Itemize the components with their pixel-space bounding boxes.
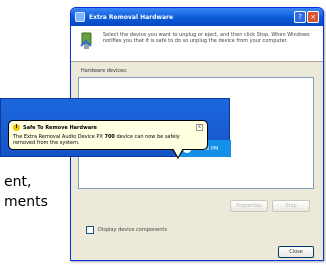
list-item[interactable] <box>79 78 313 82</box>
side-text-line-2: ments <box>4 194 48 210</box>
balloon-close-icon[interactable]: x <box>196 124 203 131</box>
hardware-list-label: Hardware devices: <box>81 68 128 74</box>
window-icon <box>75 12 85 22</box>
info-icon: i <box>13 124 20 131</box>
notification-balloon[interactable]: i Safe To Remove Hardware x The Extra Re… <box>8 120 208 150</box>
dialog-header: Select the device you want to unplug or … <box>71 26 323 62</box>
display-components-label: Display device components <box>98 227 167 233</box>
side-text-line-1: ent, <box>4 174 32 190</box>
dialog-title: Extra Removal Hardware <box>89 13 174 21</box>
display-components-checkbox[interactable] <box>86 226 94 234</box>
close-window-button[interactable]: × <box>307 11 319 23</box>
help-button[interactable]: ? <box>294 11 306 23</box>
properties-button[interactable]: Properties <box>230 200 268 212</box>
balloon-title: Safe To Remove Hardware <box>23 124 97 131</box>
display-components-option[interactable]: Display device components <box>86 226 167 234</box>
dialog-description: Select the device you want to unplug or … <box>103 32 310 44</box>
balloon-message: The Extra Removal Audio Device PX 700 de… <box>13 134 203 146</box>
close-button[interactable]: Close <box>278 246 314 258</box>
stop-button[interactable]: Stop <box>272 200 310 212</box>
hardware-device-icon <box>80 32 92 49</box>
balloon-tail-fill <box>173 148 183 157</box>
dialog-titlebar: Extra Removal Hardware ? × <box>71 8 323 26</box>
balloon-message-highlight: 700 <box>104 134 115 140</box>
